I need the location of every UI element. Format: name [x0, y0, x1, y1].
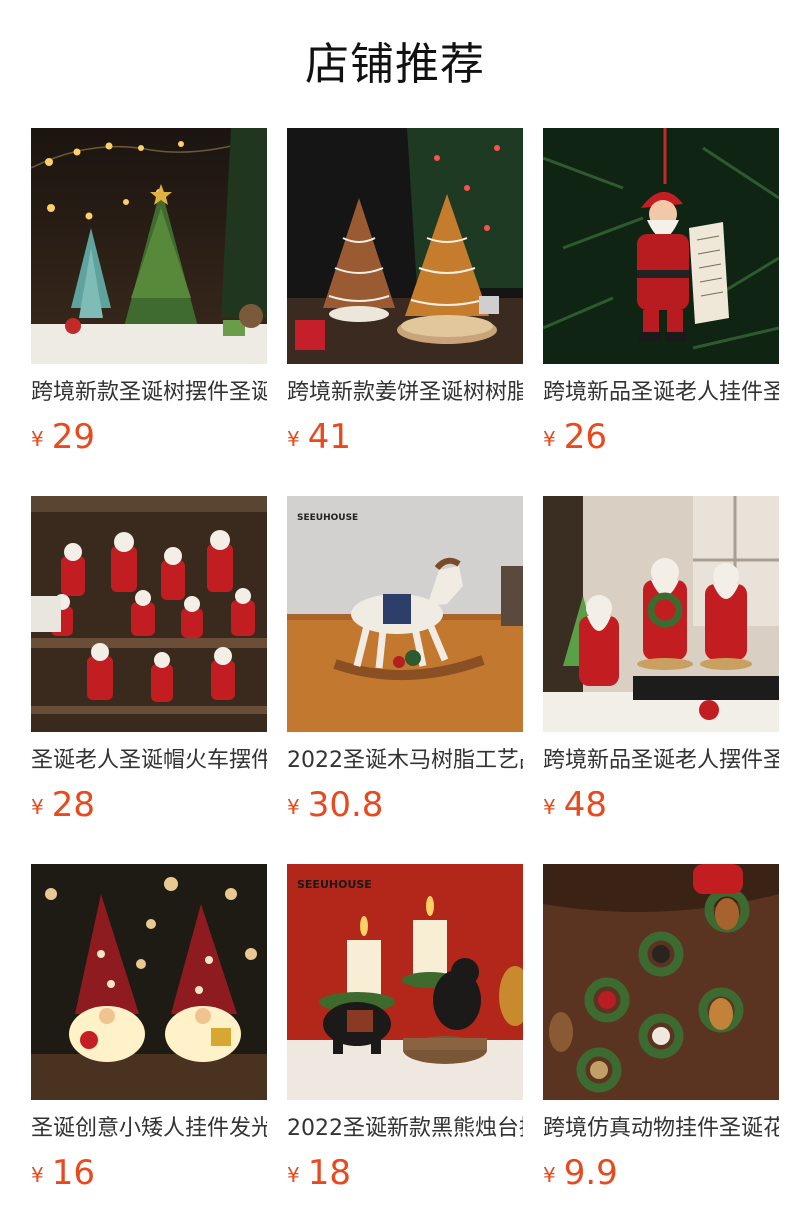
brand-watermark: SEEUHOUSE — [297, 878, 372, 891]
price-value: 30.8 — [307, 785, 384, 825]
product-card[interactable]: 跨境仿真动物挂件圣诞花环 ¥9.9 — [543, 864, 779, 1232]
product-name[interactable]: 2022圣诞新款黑熊烛台摆件 — [287, 1112, 523, 1146]
product-card[interactable]: 圣诞老人圣诞帽火车摆件树脂工艺品 ¥28 — [31, 496, 267, 864]
currency-symbol: ¥ — [31, 427, 44, 451]
product-name[interactable]: 圣诞老人圣诞帽火车摆件树脂工艺品 — [31, 744, 267, 778]
product-price: ¥9.9 — [543, 1150, 618, 1196]
currency-symbol: ¥ — [543, 1163, 556, 1187]
brand-watermark: SEEUHOUSE — [297, 513, 358, 523]
currency-symbol: ¥ — [543, 427, 556, 451]
product-name[interactable]: 跨境仿真动物挂件圣诞花环 — [543, 1112, 779, 1146]
product-price: ¥28 — [31, 782, 95, 828]
product-card[interactable]: 跨境新款圣诞树摆件圣诞节装饰 ¥29 — [31, 128, 267, 496]
product-price: ¥26 — [543, 414, 607, 460]
price-value: 41 — [307, 417, 351, 457]
currency-symbol: ¥ — [287, 1163, 300, 1187]
product-card[interactable]: SEEUHOUSE 2022圣诞新款黑熊烛台摆件 ¥18 — [287, 864, 523, 1232]
product-image[interactable]: SEEUHOUSE — [287, 864, 523, 1100]
product-image[interactable] — [543, 496, 779, 732]
currency-symbol: ¥ — [31, 795, 44, 819]
price-value: 29 — [51, 417, 95, 457]
product-image[interactable] — [31, 128, 267, 364]
product-image[interactable] — [543, 864, 779, 1100]
product-card[interactable]: SEEUHOUSE 2022圣诞木马树脂工艺品摆件 ¥30.8 — [287, 496, 523, 864]
currency-symbol: ¥ — [287, 795, 300, 819]
price-value: 26 — [563, 417, 607, 457]
product-image[interactable]: SEEUHOUSE — [287, 496, 523, 732]
currency-symbol: ¥ — [543, 795, 556, 819]
price-value: 16 — [51, 1153, 95, 1193]
product-price: ¥41 — [287, 414, 351, 460]
product-card[interactable]: 跨境新品圣诞老人挂件圣诞树装饰 ¥26 — [543, 128, 779, 496]
product-card[interactable]: 跨境新品圣诞老人摆件圣诞装饰 ¥48 — [543, 496, 779, 864]
price-value: 28 — [51, 785, 95, 825]
product-image[interactable] — [287, 128, 523, 364]
product-name[interactable]: 跨境新品圣诞老人摆件圣诞装饰 — [543, 744, 779, 778]
product-image[interactable] — [31, 496, 267, 732]
price-value: 18 — [307, 1153, 351, 1193]
product-price: ¥29 — [31, 414, 95, 460]
product-price: ¥18 — [287, 1150, 351, 1196]
product-image[interactable] — [31, 864, 267, 1100]
product-name[interactable]: 圣诞创意小矮人挂件发光装饰 — [31, 1112, 267, 1146]
product-name[interactable]: 跨境新款圣诞树摆件圣诞节装饰 — [31, 376, 267, 410]
product-card[interactable]: 圣诞创意小矮人挂件发光装饰 ¥16 — [31, 864, 267, 1232]
section-title: 店铺推荐 — [305, 39, 485, 90]
currency-symbol: ¥ — [31, 1163, 44, 1187]
price-value: 48 — [563, 785, 607, 825]
product-name[interactable]: 跨境新款姜饼圣诞树树脂摆件 — [287, 376, 523, 410]
product-card[interactable]: 跨境新款姜饼圣诞树树脂摆件 ¥41 — [287, 128, 523, 496]
product-price: ¥30.8 — [287, 782, 383, 828]
product-name[interactable]: 跨境新品圣诞老人挂件圣诞树装饰 — [543, 376, 779, 410]
product-image[interactable] — [543, 128, 779, 364]
product-name[interactable]: 2022圣诞木马树脂工艺品摆件 — [287, 744, 523, 778]
product-price: ¥16 — [31, 1150, 95, 1196]
product-price: ¥48 — [543, 782, 607, 828]
product-grid: 跨境新款圣诞树摆件圣诞节装饰 ¥29 — [31, 128, 779, 1232]
price-value: 9.9 — [563, 1153, 618, 1193]
currency-symbol: ¥ — [287, 427, 300, 451]
